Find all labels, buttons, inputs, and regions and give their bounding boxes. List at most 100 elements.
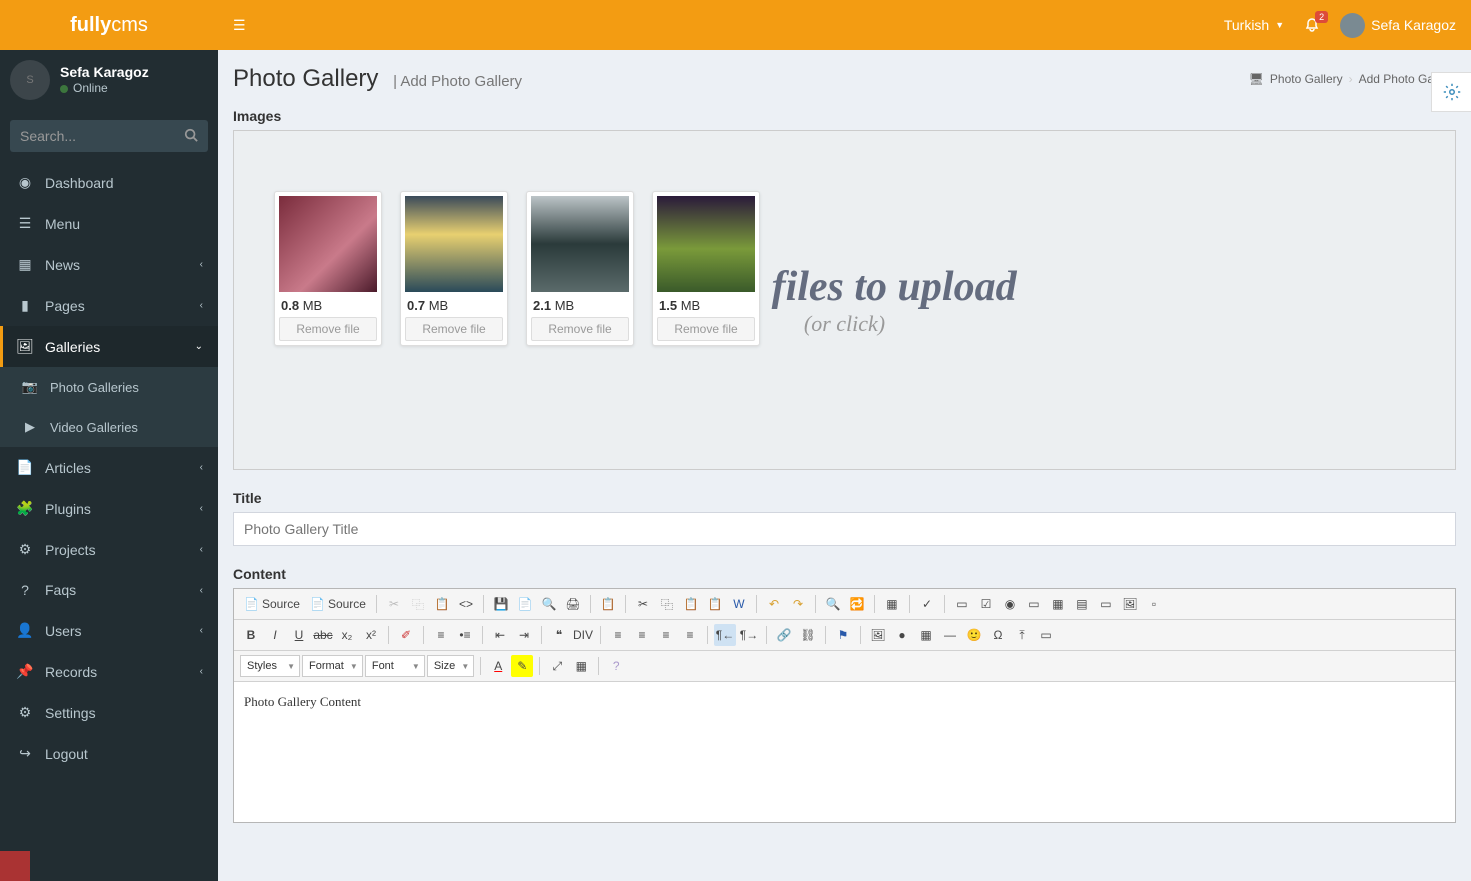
show-blocks-icon[interactable]: ▦ bbox=[570, 655, 592, 677]
div-icon[interactable]: DIV bbox=[572, 624, 594, 646]
cut-icon[interactable]: ✂ bbox=[632, 593, 654, 615]
bg-color-icon[interactable]: ✎ bbox=[511, 655, 533, 677]
spellcheck-icon[interactable]: ✓ bbox=[916, 593, 938, 615]
format-dropdown[interactable]: Format bbox=[302, 655, 363, 677]
topbar-user[interactable]: Sefa Karagoz bbox=[1340, 13, 1456, 38]
nav-articles[interactable]: 📄Articles‹ bbox=[0, 447, 218, 488]
nav-users[interactable]: 👤Users‹ bbox=[0, 610, 218, 651]
nav-galleries[interactable]: 🖼Galleries⌄ bbox=[0, 326, 218, 367]
title-input[interactable] bbox=[233, 512, 1456, 546]
hidden-field-icon[interactable]: ▫ bbox=[1143, 593, 1165, 615]
redo-icon[interactable]: ↷ bbox=[787, 593, 809, 615]
copy-icon[interactable]: ⿻ bbox=[656, 593, 678, 615]
select-icon[interactable]: ▤ bbox=[1071, 593, 1093, 615]
link-icon[interactable]: 🔗 bbox=[773, 624, 795, 646]
hr-icon[interactable]: — bbox=[939, 624, 961, 646]
nav-records[interactable]: 📌Records‹ bbox=[0, 651, 218, 692]
align-center-icon[interactable]: ≡ bbox=[631, 624, 653, 646]
nav-logout[interactable]: ↪Logout bbox=[0, 733, 218, 774]
flash-icon[interactable]: ● bbox=[891, 624, 913, 646]
superscript-icon[interactable]: x² bbox=[360, 624, 382, 646]
nav-faqs[interactable]: ?Faqs‹ bbox=[0, 570, 218, 610]
preview-icon[interactable]: 🔍 bbox=[538, 593, 560, 615]
language-dropdown[interactable]: Turkish▼ bbox=[1224, 17, 1284, 33]
remove-format-icon[interactable]: ✐ bbox=[395, 624, 417, 646]
paste-text-icon[interactable]: 📋 bbox=[704, 593, 726, 615]
nav-pages[interactable]: ▮Pages‹ bbox=[0, 285, 218, 326]
underline-icon[interactable]: U bbox=[288, 624, 310, 646]
remove-file-button[interactable]: Remove file bbox=[531, 317, 629, 341]
form-icon[interactable]: ▭ bbox=[951, 593, 973, 615]
notifications-button[interactable]: 2 bbox=[1304, 17, 1320, 33]
nav-dashboard[interactable]: ◉Dashboard bbox=[0, 162, 218, 203]
about-icon[interactable]: ? bbox=[605, 655, 627, 677]
replace-icon[interactable]: 🔁 bbox=[846, 593, 868, 615]
nav-menu-item[interactable]: ☰Menu bbox=[0, 203, 218, 244]
save-icon[interactable]: 💾 bbox=[490, 593, 512, 615]
breadcrumb-link[interactable]: Photo Gallery bbox=[1270, 72, 1343, 86]
checkbox-icon[interactable]: ☑ bbox=[975, 593, 997, 615]
nav-photo-galleries[interactable]: 📷Photo Galleries bbox=[0, 367, 218, 407]
undo-icon[interactable]: ↶ bbox=[763, 593, 785, 615]
iframe-icon[interactable]: ▭ bbox=[1035, 624, 1057, 646]
anchor-icon[interactable]: ⚑ bbox=[832, 624, 854, 646]
paste-word-icon[interactable]: W bbox=[728, 593, 750, 615]
styles-dropdown[interactable]: Styles bbox=[240, 655, 300, 677]
templates-icon[interactable]: 📋 bbox=[597, 593, 619, 615]
code-icon[interactable]: <> bbox=[455, 593, 477, 615]
paste-icon[interactable]: 📋 bbox=[680, 593, 702, 615]
font-dropdown[interactable]: Font bbox=[365, 655, 425, 677]
text-color-icon[interactable]: A bbox=[487, 655, 509, 677]
ltr-icon[interactable]: ¶← bbox=[714, 624, 736, 646]
nav-settings[interactable]: ⚙Settings bbox=[0, 692, 218, 733]
bold-icon[interactable]: B bbox=[240, 624, 262, 646]
textfield-icon[interactable]: ▭ bbox=[1023, 593, 1045, 615]
newpage-icon[interactable]: 📄 bbox=[514, 593, 536, 615]
editor-content[interactable]: Photo Gallery Content bbox=[234, 682, 1455, 822]
subscript-icon[interactable]: x₂ bbox=[336, 624, 358, 646]
remove-file-button[interactable]: Remove file bbox=[279, 317, 377, 341]
cut-icon[interactable]: ✂ bbox=[383, 593, 405, 615]
brand-logo[interactable]: fullycms bbox=[0, 0, 218, 50]
bullet-list-icon[interactable]: •≡ bbox=[454, 624, 476, 646]
textarea-icon[interactable]: ▦ bbox=[1047, 593, 1069, 615]
print-icon[interactable]: 🖨 bbox=[562, 593, 584, 615]
search-icon[interactable] bbox=[184, 128, 198, 142]
search-input[interactable] bbox=[10, 120, 208, 152]
rtl-icon[interactable]: ¶→ bbox=[738, 624, 760, 646]
maximize-icon[interactable]: ⤢ bbox=[546, 655, 568, 677]
radio-icon[interactable]: ◉ bbox=[999, 593, 1021, 615]
settings-gear-tab[interactable] bbox=[1431, 72, 1471, 112]
align-left-icon[interactable]: ≡ bbox=[607, 624, 629, 646]
remove-file-button[interactable]: Remove file bbox=[405, 317, 503, 341]
numbered-list-icon[interactable]: ≡ bbox=[430, 624, 452, 646]
align-right-icon[interactable]: ≡ bbox=[655, 624, 677, 646]
nav-projects[interactable]: ⚙Projects‹ bbox=[0, 529, 218, 570]
specialchar-icon[interactable]: Ω bbox=[987, 624, 1009, 646]
size-dropdown[interactable]: Size bbox=[427, 655, 474, 677]
user-avatar[interactable]: S bbox=[10, 60, 50, 100]
sidebar-toggle[interactable]: ☰ bbox=[233, 17, 246, 34]
italic-icon[interactable]: I bbox=[264, 624, 286, 646]
indent-icon[interactable]: ⇥ bbox=[513, 624, 535, 646]
paste-icon[interactable]: 📋 bbox=[431, 593, 453, 615]
nav-video-galleries[interactable]: ▶Video Galleries bbox=[0, 407, 218, 447]
copy-icon[interactable]: ⿻ bbox=[407, 593, 429, 615]
image-icon[interactable]: 🖼 bbox=[867, 624, 889, 646]
remove-file-button[interactable]: Remove file bbox=[657, 317, 755, 341]
smiley-icon[interactable]: 🙂 bbox=[963, 624, 985, 646]
button-icon[interactable]: ▭ bbox=[1095, 593, 1117, 615]
blockquote-icon[interactable]: ❝ bbox=[548, 624, 570, 646]
find-icon[interactable]: 🔍 bbox=[822, 593, 844, 615]
source-button[interactable]: 📄Source bbox=[240, 593, 304, 615]
align-justify-icon[interactable]: ≡ bbox=[679, 624, 701, 646]
nav-news[interactable]: ▦News‹ bbox=[0, 244, 218, 285]
image-button-icon[interactable]: 🖼 bbox=[1119, 593, 1141, 615]
selectall-icon[interactable]: ▦ bbox=[881, 593, 903, 615]
unlink-icon[interactable]: ⛓ bbox=[797, 624, 819, 646]
table-icon[interactable]: ▦ bbox=[915, 624, 937, 646]
outdent-icon[interactable]: ⇤ bbox=[489, 624, 511, 646]
strike-icon[interactable]: abc bbox=[312, 624, 334, 646]
pagebreak-icon[interactable]: ⤒ bbox=[1011, 624, 1033, 646]
dropzone[interactable]: Drop files to upload (or click) 0.8 MB R… bbox=[233, 130, 1456, 470]
